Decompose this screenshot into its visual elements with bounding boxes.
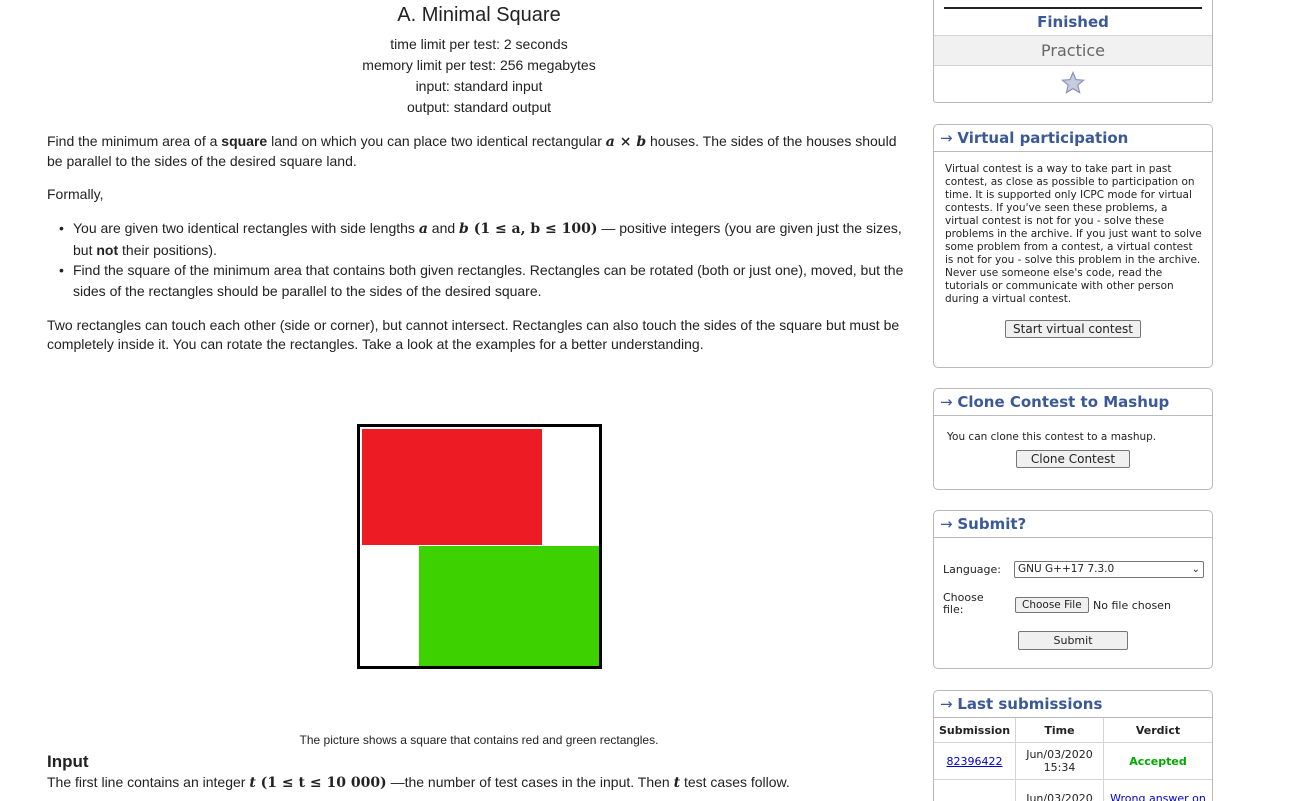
language-select[interactable]: GNU G++17 7.3.0 ⌄ (1014, 561, 1204, 578)
contest-status-box: Finished Practice (933, 0, 1213, 103)
virtual-participation-text: Virtual contest is a way to take part in… (934, 152, 1212, 306)
file-label: Choose file: (943, 592, 998, 616)
bullet-item-1: • You are given two identical rectangles… (73, 218, 918, 261)
status-finished: Finished (934, 9, 1212, 36)
column-header-time: Time (1016, 718, 1104, 743)
clone-contest-text: You can clone this contest to a mashup. (934, 416, 1212, 444)
star-icon[interactable] (1061, 71, 1085, 95)
language-selected-value: GNU G++17 7.3.0 (1018, 563, 1114, 575)
figure-caption: The picture shows a square that contains… (0, 733, 958, 747)
problem-title: A. Minimal Square (0, 4, 958, 27)
submission-time: Jun/03/2020 15:34 (1016, 743, 1104, 780)
language-label: Language: (943, 563, 1001, 576)
column-header-verdict: Verdict (1104, 718, 1213, 743)
table-row: Jun/03/2020 Wrong answer on (934, 780, 1212, 801)
bullet-item-2: • Find the square of the minimum area th… (73, 260, 918, 302)
red-rectangle (362, 429, 542, 545)
submit-button[interactable]: Submit (1018, 631, 1128, 650)
submission-id-link[interactable]: 82396422 (947, 755, 1003, 768)
clone-contest-header: → Clone Contest to Mashup (934, 389, 1212, 416)
no-file-chosen-text: No file chosen (1093, 599, 1171, 612)
submission-verdict: Accepted (1104, 743, 1213, 780)
time-limit: time limit per test: 2 seconds (0, 36, 958, 52)
last-submissions-box: → Last submissions Submission Time Verdi… (933, 690, 1213, 801)
clone-contest-box: → Clone Contest to Mashup You can clone … (933, 388, 1213, 490)
green-rectangle (419, 546, 599, 666)
clone-contest-button[interactable]: Clone Contest (1016, 450, 1130, 468)
table-row: 82396422 Jun/03/2020 15:34 Accepted (934, 743, 1212, 780)
submission-time: Jun/03/2020 (1016, 780, 1104, 801)
submission-verdict: Wrong answer on (1104, 780, 1213, 801)
favourite-star[interactable] (934, 66, 1212, 102)
start-virtual-contest-button[interactable]: Start virtual contest (1005, 320, 1141, 338)
last-submissions-header: → Last submissions (934, 691, 1212, 718)
input-section-title: Input (47, 752, 89, 772)
formally-label: Formally, (47, 185, 907, 204)
submit-box: → Submit? Language: GNU G++17 7.3.0 ⌄ Ch… (933, 510, 1213, 669)
submit-header: → Submit? (934, 511, 1212, 538)
statement-paragraph-2: Two rectangles can touch each other (sid… (47, 316, 907, 354)
output-file: output: standard output (0, 99, 958, 115)
column-header-submission: Submission (934, 718, 1016, 743)
memory-limit: memory limit per test: 256 megabytes (0, 57, 958, 73)
virtual-participation-box: → Virtual participation Virtual contest … (933, 124, 1213, 368)
figure-square (357, 424, 602, 669)
choose-file-button[interactable]: Choose File (1015, 597, 1089, 613)
input-description: The first line contains an integer t (1 … (47, 773, 907, 793)
input-file: input: standard input (0, 78, 958, 94)
virtual-participation-header: → Virtual participation (934, 125, 1212, 152)
statement-paragraph-1: Find the minimum area of a square land o… (47, 132, 907, 171)
chevron-down-icon: ⌄ (1192, 562, 1200, 577)
status-practice: Practice (934, 36, 1212, 66)
